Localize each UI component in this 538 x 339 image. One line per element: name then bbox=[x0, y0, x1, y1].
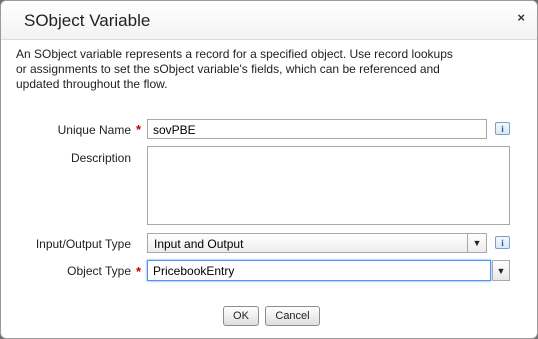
unique-name-label: Unique Name bbox=[57, 123, 131, 137]
io-type-label: Input/Output Type bbox=[35, 237, 131, 251]
object-type-input[interactable]: PricebookEntry bbox=[147, 260, 491, 281]
sobject-variable-dialog: SObject Variable × An SObject variable r… bbox=[0, 0, 538, 339]
intro-text: An SObject variable represents a record … bbox=[16, 47, 453, 91]
dialog-titlebar: SObject Variable × bbox=[1, 1, 537, 40]
close-icon[interactable]: × bbox=[517, 10, 525, 25]
object-type-label: Object Type bbox=[67, 264, 131, 278]
description-label: Description bbox=[70, 151, 131, 165]
description-textarea[interactable] bbox=[147, 146, 510, 225]
info-icon[interactable]: i bbox=[495, 122, 510, 135]
unique-name-input[interactable]: sovPBE bbox=[147, 119, 487, 139]
chevron-down-icon[interactable]: ▼ bbox=[492, 260, 510, 281]
required-marker: * bbox=[136, 264, 142, 279]
chevron-down-icon: ▼ bbox=[467, 234, 486, 252]
required-marker: * bbox=[136, 122, 142, 137]
dialog-title: SObject Variable bbox=[24, 11, 151, 30]
cancel-button[interactable]: Cancel bbox=[265, 306, 320, 326]
info-icon[interactable]: i bbox=[495, 236, 510, 249]
ok-button[interactable]: OK bbox=[223, 306, 259, 326]
io-type-value: Input and Output bbox=[154, 237, 244, 251]
io-type-select[interactable]: Input and Output ▼ bbox=[147, 233, 487, 253]
